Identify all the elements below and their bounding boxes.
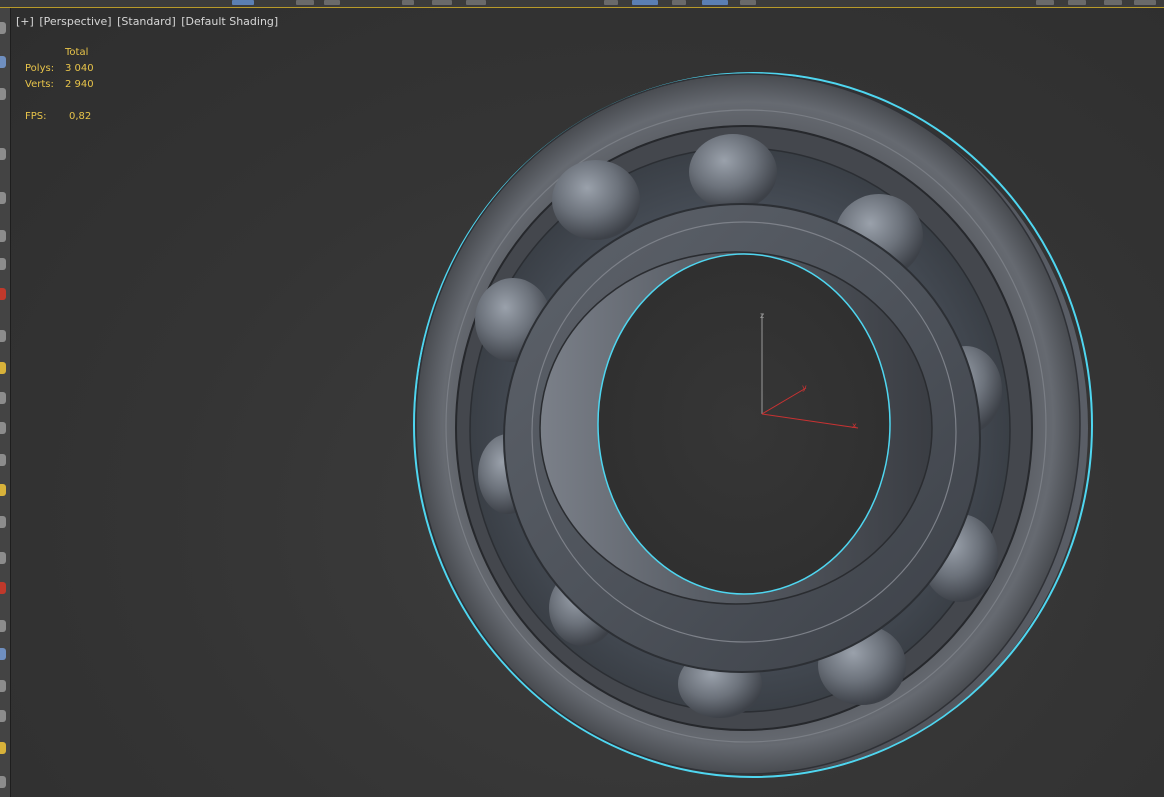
scale-tool-button[interactable]	[402, 0, 414, 5]
axis-x-label: x	[852, 421, 857, 430]
cylinder-icon[interactable]	[0, 330, 6, 342]
triangle-icon[interactable]	[0, 620, 6, 632]
curve-editor-button[interactable]	[702, 0, 728, 5]
stats-header: Total	[65, 47, 89, 58]
angle-snap-button[interactable]	[466, 0, 486, 5]
fps-value: 0,82	[69, 111, 92, 122]
polys-label: Polys:	[25, 63, 55, 74]
material-editor-button[interactable]	[1036, 0, 1054, 5]
snap-toggle-button[interactable]	[432, 0, 452, 5]
utility-icon[interactable]	[0, 742, 6, 754]
bore-hole	[597, 253, 891, 595]
select-icon[interactable]	[0, 22, 6, 34]
ball	[552, 160, 640, 240]
polys-value: 3 040	[65, 63, 94, 74]
stop-icon[interactable]	[0, 582, 6, 594]
shape-icon[interactable]	[0, 516, 6, 528]
camera-icon[interactable]	[0, 392, 6, 404]
viewport-menu-plus[interactable]: [+]	[16, 15, 34, 28]
axis-y-label: y	[802, 383, 807, 392]
link-icon[interactable]	[0, 648, 6, 660]
render-setup-button[interactable]	[1068, 0, 1086, 5]
main-toolbar	[0, 0, 1164, 8]
move-tool-button[interactable]	[296, 0, 314, 5]
axis-z-label: z	[760, 311, 764, 320]
back-icon[interactable]	[0, 230, 6, 242]
record-icon[interactable]	[0, 288, 6, 300]
viewport-menu-point-of-view[interactable]: [Perspective]	[39, 15, 111, 28]
edit-icon[interactable]	[0, 192, 6, 204]
sphere-icon[interactable]	[0, 258, 6, 270]
viewport-label: [+] [Perspective] [Standard] [Default Sh…	[16, 15, 280, 28]
viewport-menu-standard[interactable]: [Standard]	[117, 15, 176, 28]
select-tool-button[interactable]	[232, 0, 254, 5]
verts-value: 2 940	[65, 79, 94, 90]
helper-icon[interactable]	[0, 422, 6, 434]
display-icon[interactable]	[0, 776, 6, 788]
hierarchy-icon[interactable]	[0, 710, 6, 722]
fps-label: FPS:	[25, 111, 47, 122]
mirror-button[interactable]	[604, 0, 618, 5]
viewport-menu-shading[interactable]: [Default Shading]	[181, 15, 278, 28]
perspective-viewport[interactable]: z x y [+] [Perspective] [Standard] [Defa…	[11, 8, 1164, 797]
space-warp-icon[interactable]	[0, 454, 6, 466]
rotate-icon[interactable]	[0, 88, 6, 100]
rotate-tool-button[interactable]	[324, 0, 340, 5]
paint-icon[interactable]	[0, 552, 6, 564]
ball	[689, 134, 777, 210]
rendered-frame-button[interactable]	[1104, 0, 1122, 5]
scale-icon[interactable]	[0, 148, 6, 160]
layer-button[interactable]	[672, 0, 686, 5]
app-window: z x y [+] [Perspective] [Standard] [Defa…	[0, 0, 1164, 797]
bind-icon[interactable]	[0, 680, 6, 692]
light-icon[interactable]	[0, 362, 6, 374]
left-command-strip	[0, 8, 11, 797]
render-button[interactable]	[1134, 0, 1156, 5]
systems-icon[interactable]	[0, 484, 6, 496]
bearing-model[interactable]	[413, 72, 1093, 778]
align-button[interactable]	[632, 0, 658, 5]
verts-label: Verts:	[25, 79, 54, 90]
schematic-button[interactable]	[740, 0, 756, 5]
move-icon[interactable]	[0, 56, 6, 68]
scene-canvas: z x y	[413, 72, 1093, 778]
